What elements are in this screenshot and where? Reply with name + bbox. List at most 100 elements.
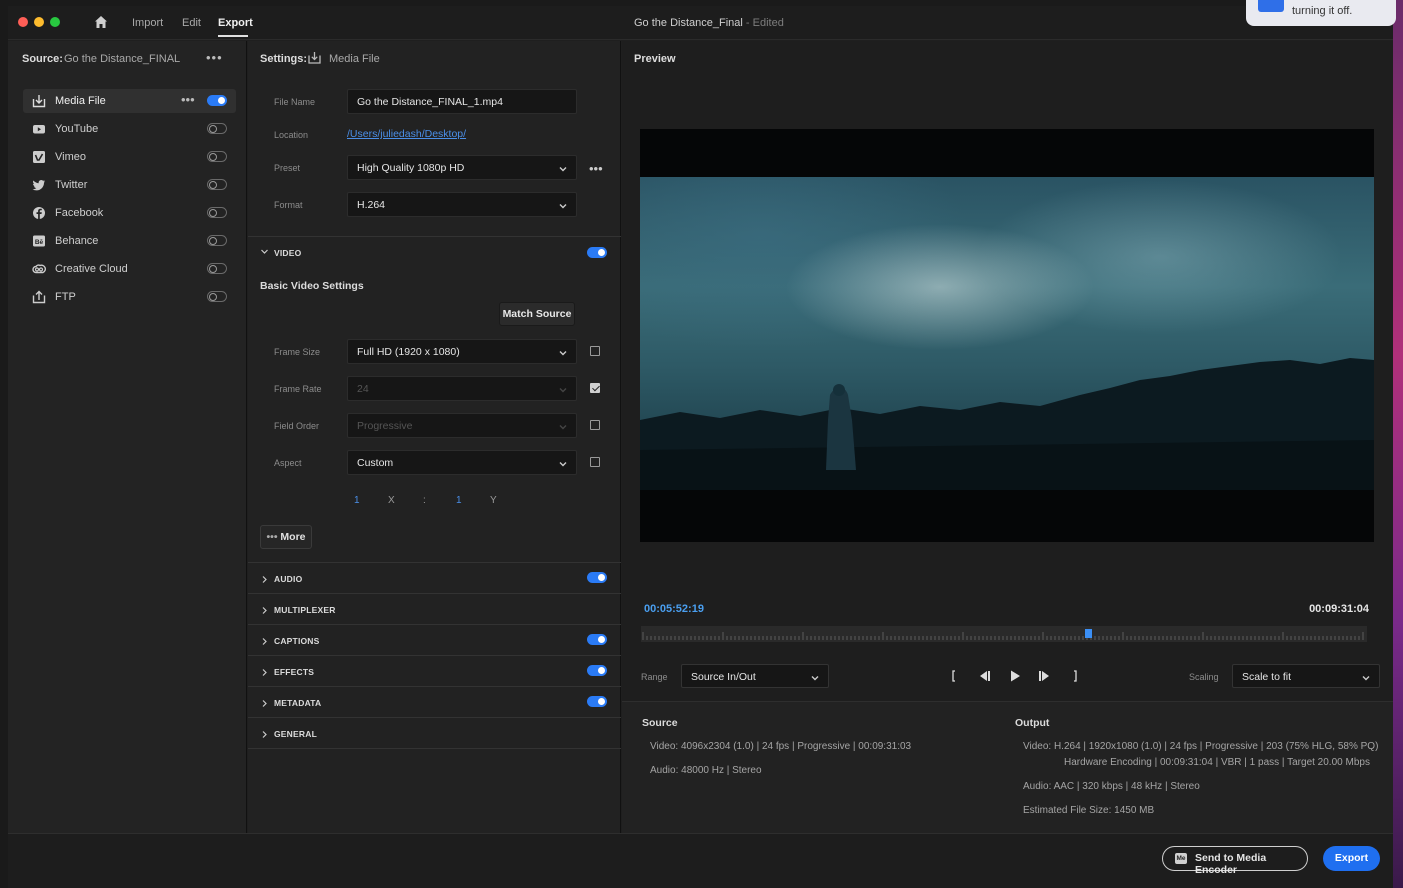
- destination-toggle[interactable]: [207, 95, 227, 106]
- destination-ftp[interactable]: FTP: [23, 285, 236, 309]
- more-button[interactable]: ••• More: [260, 525, 312, 549]
- section-video-title[interactable]: VIDEO: [274, 248, 301, 258]
- metadata-toggle[interactable]: [587, 696, 607, 707]
- destination-label: YouTube: [55, 123, 99, 135]
- minimize-window-button[interactable]: [34, 17, 44, 27]
- step-back-icon[interactable]: [976, 668, 992, 684]
- source-audio-info: Audio: 48000 Hz | Stereo: [650, 765, 762, 776]
- send-to-media-encoder-button[interactable]: Me Send to Media Encoder: [1162, 846, 1308, 876]
- field-order-checkbox[interactable]: [590, 420, 600, 430]
- range-select[interactable]: Source In/Out: [681, 664, 829, 688]
- document-status: - Edited: [742, 17, 784, 29]
- send-to-media-encoder-label: Send to Media Encoder: [1195, 852, 1267, 876]
- aspect-x-value[interactable]: 1: [354, 495, 360, 506]
- destination-label: Facebook: [55, 207, 104, 219]
- field-order-select[interactable]: Progressive: [347, 413, 577, 438]
- source-label: Source:: [22, 53, 63, 65]
- destination-more-button[interactable]: •••: [181, 92, 195, 107]
- tab-edit[interactable]: Edit: [182, 17, 201, 29]
- output-video-info: Video: H.264 | 1920x1080 (1.0) | 24 fps …: [1023, 741, 1379, 752]
- file-name-field[interactable]: Go the Distance_FINAL_1.mp4: [347, 89, 577, 114]
- aspect-checkbox[interactable]: [590, 457, 600, 467]
- chevron-right-icon: [261, 574, 268, 583]
- destination-toggle[interactable]: [207, 263, 227, 274]
- captions-toggle[interactable]: [587, 634, 607, 645]
- destination-toggle[interactable]: [207, 235, 227, 246]
- twitter-icon: [32, 178, 46, 192]
- aspect-label: Aspect: [274, 458, 302, 468]
- output-summary-title: Output: [1015, 717, 1050, 729]
- step-forward-icon[interactable]: [1037, 668, 1053, 684]
- match-source-button[interactable]: Match Source: [499, 302, 575, 326]
- frame-size-checkbox[interactable]: [590, 346, 600, 356]
- aspect-x-label: X: [388, 495, 395, 506]
- behance-icon: Bē: [32, 234, 46, 248]
- export-button[interactable]: Export: [1323, 846, 1380, 871]
- set-in-point-icon[interactable]: [946, 668, 962, 684]
- destination-youtube[interactable]: YouTube: [23, 117, 236, 141]
- tab-import[interactable]: Import: [132, 17, 163, 29]
- chevron-down-icon: [559, 459, 567, 467]
- creative-cloud-icon: [32, 262, 46, 276]
- preset-label: Preset: [274, 163, 301, 173]
- destination-toggle[interactable]: [207, 291, 227, 302]
- destination-toggle[interactable]: [207, 207, 227, 218]
- chevron-down-icon: [559, 164, 567, 172]
- location-link[interactable]: /Users/juliedash/Desktop/: [347, 128, 466, 140]
- source-more-button[interactable]: •••: [206, 50, 223, 65]
- zoom-window-button[interactable]: [50, 17, 60, 27]
- preset-select[interactable]: High Quality 1080p HD: [347, 155, 577, 180]
- aspect-select[interactable]: Custom: [347, 450, 577, 475]
- destination-creative-cloud[interactable]: Creative Cloud: [23, 257, 236, 281]
- video-preview[interactable]: [640, 129, 1374, 542]
- destination-toggle[interactable]: [207, 151, 227, 162]
- current-timecode[interactable]: 00:05:52:19: [644, 603, 704, 615]
- section-title: AUDIO: [274, 574, 303, 584]
- chevron-down-icon[interactable]: [261, 246, 268, 254]
- audio-toggle[interactable]: [587, 572, 607, 583]
- close-window-button[interactable]: [18, 17, 28, 27]
- format-select[interactable]: H.264: [347, 192, 577, 217]
- frame-rate-label: Frame Rate: [274, 384, 322, 394]
- notification-app-icon: [1258, 0, 1284, 12]
- effects-toggle[interactable]: [587, 665, 607, 676]
- youtube-icon: [32, 122, 46, 136]
- home-icon[interactable]: [94, 15, 108, 29]
- active-tab-indicator: [218, 35, 248, 37]
- destination-media-file[interactable]: Media File •••: [23, 89, 236, 113]
- play-icon[interactable]: [1007, 668, 1023, 684]
- scaling-label: Scaling: [1189, 672, 1219, 682]
- timeline-scrubber[interactable]: [641, 626, 1367, 642]
- section-title: EFFECTS: [274, 667, 315, 677]
- file-name-label: File Name: [274, 97, 316, 107]
- aspect-y-value[interactable]: 1: [456, 495, 462, 506]
- field-order-value: Progressive: [357, 420, 413, 432]
- source-video-info: Video: 4096x2304 (1.0) | 24 fps | Progre…: [650, 741, 912, 752]
- frame-size-select[interactable]: Full HD (1920 x 1080): [347, 339, 577, 364]
- playhead[interactable]: [1085, 629, 1092, 638]
- destination-behance[interactable]: Bē Behance: [23, 229, 236, 253]
- frame-rate-select[interactable]: 24: [347, 376, 577, 401]
- destination-facebook[interactable]: Facebook: [23, 201, 236, 225]
- notification-text: turning it off.: [1292, 5, 1353, 17]
- tab-export[interactable]: Export: [218, 17, 253, 29]
- preset-value: High Quality 1080p HD: [357, 162, 465, 174]
- svg-text:Bē: Bē: [35, 239, 44, 246]
- divider: [248, 655, 621, 656]
- destination-twitter[interactable]: Twitter: [23, 173, 236, 197]
- output-audio-info: Audio: AAC | 320 kbps | 48 kHz | Stereo: [1023, 781, 1200, 792]
- video-toggle[interactable]: [587, 247, 607, 258]
- scaling-select[interactable]: Scale to fit: [1232, 664, 1380, 688]
- notification-banner[interactable]: turning it off.: [1246, 0, 1396, 26]
- destination-toggle[interactable]: [207, 179, 227, 190]
- source-name: Go the Distance_FINAL: [64, 53, 181, 65]
- destination-vimeo[interactable]: Vimeo: [23, 145, 236, 169]
- section-title: MULTIPLEXER: [274, 605, 336, 615]
- frame-rate-checkbox[interactable]: [590, 383, 600, 393]
- footer-bar: Me Send to Media Encoder Export: [8, 833, 1393, 888]
- preset-more-button[interactable]: •••: [589, 161, 603, 176]
- set-out-point-icon[interactable]: [1067, 668, 1083, 684]
- vimeo-icon: [32, 150, 46, 164]
- aspect-value: Custom: [357, 457, 394, 469]
- destination-toggle[interactable]: [207, 123, 227, 134]
